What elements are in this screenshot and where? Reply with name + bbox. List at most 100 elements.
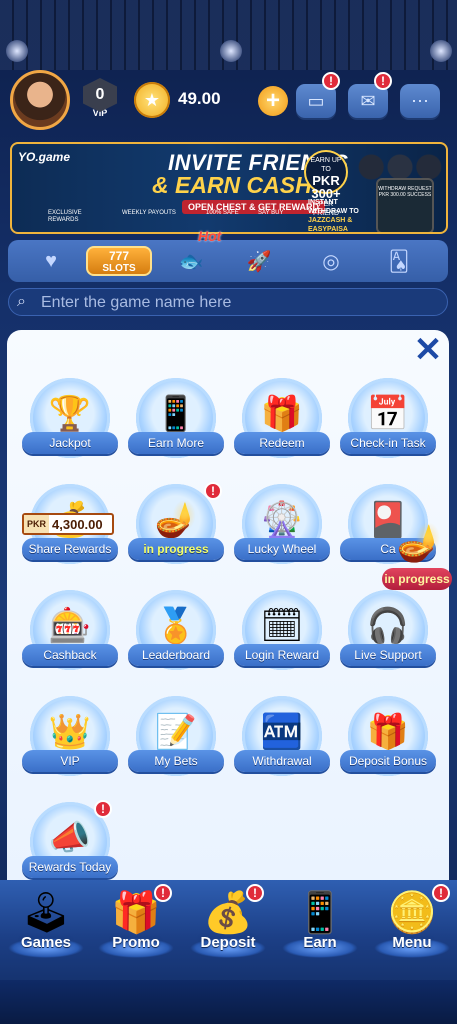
spotlight-icon: [430, 40, 452, 62]
menu-item-label: Cashback: [22, 644, 118, 666]
add-funds-button[interactable]: +: [258, 86, 288, 116]
menu-item-leaderboard[interactable]: 🏅 Leaderboard: [128, 588, 224, 678]
tab-live[interactable]: ◎: [312, 246, 350, 276]
withdraw-text: INSTANT WITHDRAW TO: [308, 199, 359, 215]
wallet-icon: ▭: [307, 90, 325, 111]
top-header: 0 VIP ★ 49.00 + ▭ ! ✉ ! ⋯: [0, 68, 457, 134]
nav-games[interactable]: 🕹 Games: [2, 880, 90, 970]
wallet-alert-badge: !: [322, 72, 340, 90]
search-input[interactable]: [39, 291, 443, 315]
withdraw-info: INSTANT WITHDRAW TO JAZZCASH & EASYPAISA: [308, 198, 378, 233]
menu-item-withdrawal[interactable]: 🏧 Withdrawal: [234, 694, 330, 784]
menu-item-label: My Bets: [128, 750, 224, 772]
menu-item-redeem[interactable]: 🎁 Redeem: [234, 376, 330, 466]
alert-badge: !: [94, 800, 112, 818]
menu-item-check-in-task[interactable]: 📅 Check-in Task: [340, 376, 436, 466]
earn-badge-amount: PKR 300+: [311, 173, 341, 201]
menu-item-label: Earn More: [128, 432, 224, 454]
vip-level: 0: [83, 78, 117, 112]
menu-item-my-bets[interactable]: 📝 My Bets: [128, 694, 224, 784]
nav-label: Promo: [112, 934, 160, 951]
category-bar: ♥ 777 SLOTS 🐟 🚀 ◎ 🂡: [8, 240, 448, 282]
menu-item-label: in progress: [128, 538, 224, 560]
menu-item-label: Withdrawal: [234, 750, 330, 772]
menu-item-vip[interactable]: 👑 VIP: [22, 694, 118, 784]
phone-coins-icon: 📱: [295, 890, 345, 935]
nav-label: Games: [20, 934, 72, 951]
menu-item-label: Check-in Task: [340, 432, 436, 454]
brand-logo: YO.game: [18, 150, 71, 164]
spotlight-icon: [6, 40, 28, 62]
alert-badge: !: [204, 482, 222, 500]
invite-banner[interactable]: YO.game INVITE FRIENDS & EARN CASH! OPEN…: [10, 142, 448, 234]
banner-title-2: & EARN CASH!: [152, 172, 320, 198]
menu-item-label: VIP: [22, 750, 118, 772]
alert-badge: !: [432, 884, 450, 902]
banner-feature: SAY BUY: [258, 210, 284, 216]
hot-label: Hot: [198, 228, 222, 244]
joystick-icon: 🕹: [20, 890, 72, 935]
nav-label: Earn: [303, 934, 337, 951]
withdraw-methods: JAZZCASH & EASYPAISA: [308, 217, 353, 233]
coin-icon: ★: [134, 82, 170, 118]
menu-item-label: Share Rewards: [22, 538, 118, 560]
nav-label: Deposit: [200, 934, 256, 951]
menu-item-live-support[interactable]: 🎧 Live Support: [340, 588, 436, 678]
menu-item-label: Jackpot: [22, 432, 118, 454]
currency-label: PKR: [24, 515, 50, 533]
vip-badge[interactable]: 0 VIP: [80, 78, 120, 124]
cards-icon: 🂡: [388, 250, 410, 273]
search-icon: ⌕: [17, 293, 26, 310]
floating-in-progress-badge[interactable]: in progress: [382, 568, 452, 590]
banner-feature: 100% SAFE: [206, 210, 239, 216]
menu-item-label: Redeem: [234, 432, 330, 454]
rocket-icon: 🚀: [246, 250, 272, 273]
fish-icon: 🐟: [178, 250, 204, 273]
chat-button[interactable]: ⋯: [400, 84, 440, 118]
menu-item-cashback[interactable]: 🎰 Cashback: [22, 588, 118, 678]
heart-icon: ♥: [45, 249, 57, 272]
menu-item-label: Lucky Wheel: [234, 538, 330, 560]
menu-item-label: Rewards Today: [22, 856, 118, 878]
menu-item-deposit-bonus[interactable]: 🎁 Deposit Bonus: [340, 694, 436, 784]
share-reward-amount: PKR 4,300.00: [22, 513, 114, 535]
roulette-icon: ◎: [322, 250, 340, 273]
menu-item-label: Live Support: [340, 644, 436, 666]
mail-alert-badge: !: [374, 72, 392, 90]
chat-icon: ⋯: [411, 90, 429, 111]
tab-slots-label: SLOTS: [102, 262, 136, 274]
banner-feature: EXCLUSIVE REWARDS: [48, 210, 82, 223]
earn-badge: EARN UP TO PKR 300+ PER FRIEND: [304, 150, 348, 217]
banner-subtitle: OPEN CHEST & GET REWARD: [182, 200, 326, 214]
tab-slots[interactable]: 777 SLOTS: [86, 246, 152, 276]
alert-badge: !: [246, 884, 264, 902]
mail-icon: ✉: [360, 90, 376, 111]
magic-lamp-icon[interactable]: 🪔: [388, 520, 450, 566]
nav-label: Menu: [392, 934, 432, 951]
amount-value: 4,300.00: [52, 516, 103, 532]
balance-amount: 49.00: [178, 89, 221, 108]
tab-fishing[interactable]: 🐟: [172, 246, 210, 276]
close-button[interactable]: ✕: [410, 331, 446, 369]
alert-badge: !: [154, 884, 172, 902]
close-icon: ✕: [413, 331, 443, 369]
banner-feature: WEEKLY PAYOUTS: [122, 210, 176, 216]
menu-item-label: Login Reward: [234, 644, 330, 666]
earn-badge-top: EARN UP TO: [310, 157, 342, 173]
menu-item-label: Deposit Bonus: [340, 750, 436, 772]
tab-crash[interactable]: 🚀: [240, 246, 278, 276]
menu-item-label: Leaderboard: [128, 644, 224, 666]
bottom-nav: 🕹 Games 🎁 Promo ! 💰 Deposit ! 📱 Earn 🪙 M…: [0, 880, 457, 1024]
nav-earn[interactable]: 📱 Earn: [276, 880, 364, 970]
menu-item-login-reward[interactable]: 🗓 Login Reward: [234, 588, 330, 678]
user-avatar[interactable]: [10, 70, 70, 130]
menu-item-lucky-wheel[interactable]: 🎡 Lucky Wheel: [234, 482, 330, 572]
tab-cards[interactable]: 🂡: [380, 246, 418, 276]
phone-illustration: WITHDRAW REQUEST PKR 300.00 SUCCESS: [376, 178, 434, 232]
tab-favorites[interactable]: ♥: [32, 246, 70, 276]
balance-box: ★ 49.00 +: [134, 82, 288, 120]
menu-item-earn-more[interactable]: 📱 Earn More: [128, 376, 224, 466]
game-search: ⌕: [8, 288, 448, 316]
menu-item-jackpot[interactable]: 🏆 Jackpot: [22, 376, 118, 466]
slot-machine-icon: 777: [108, 248, 130, 263]
